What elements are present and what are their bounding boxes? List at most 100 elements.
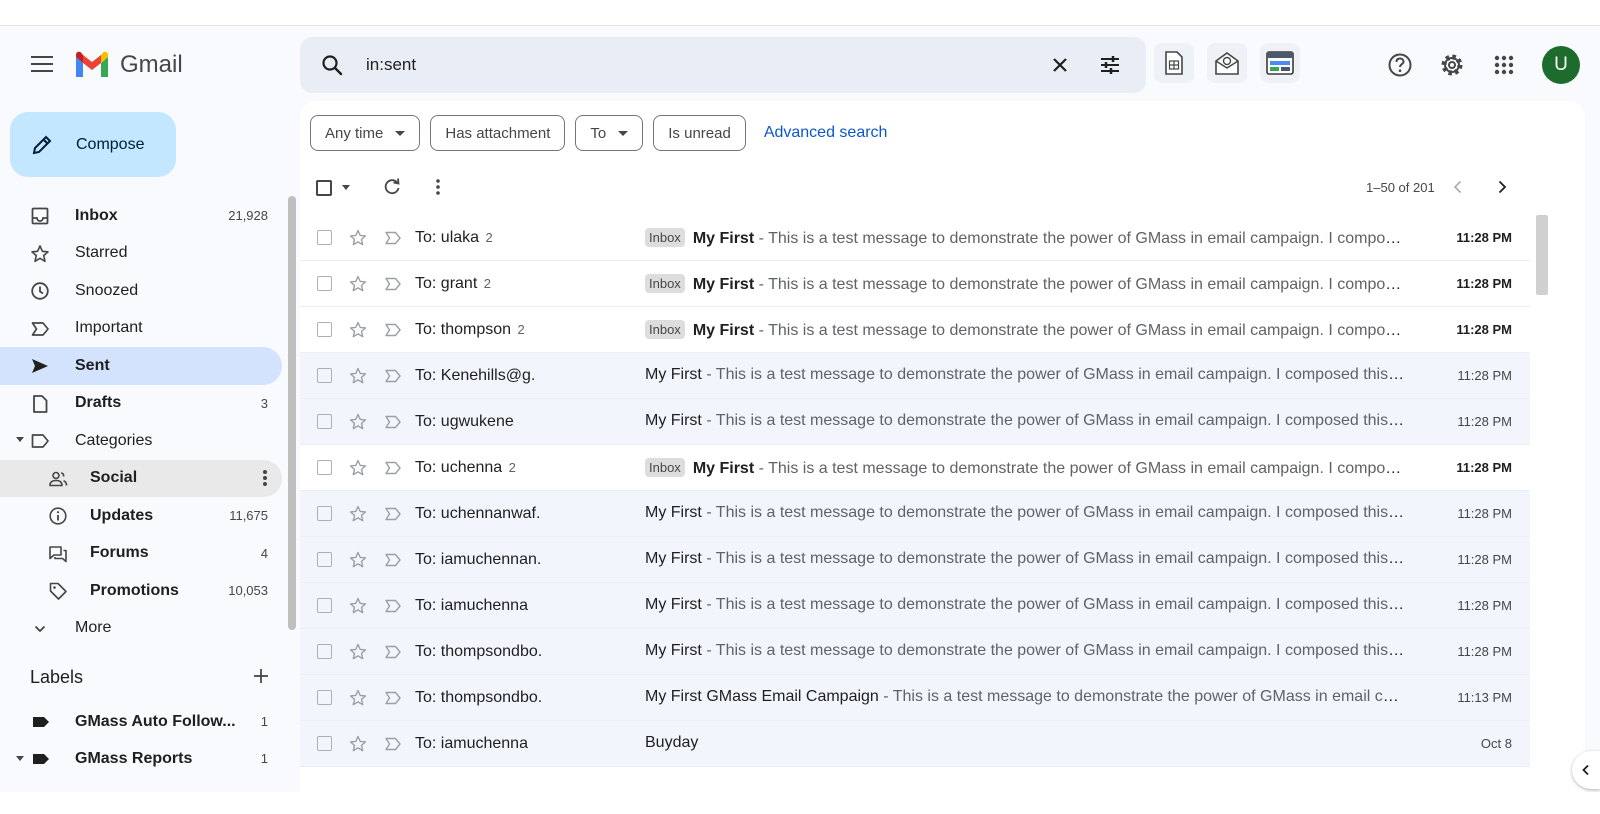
support-button[interactable] bbox=[1382, 47, 1418, 83]
select-dropdown-icon[interactable] bbox=[342, 185, 350, 190]
row-checkbox[interactable] bbox=[317, 644, 332, 659]
chevron-left-icon[interactable] bbox=[1448, 177, 1468, 197]
row-checkbox[interactable] bbox=[317, 736, 332, 751]
star-icon[interactable] bbox=[348, 366, 368, 386]
refresh-icon[interactable] bbox=[382, 177, 402, 197]
recipient: To: Kenehills@g. bbox=[415, 367, 535, 385]
important-marker-icon[interactable] bbox=[384, 689, 402, 707]
sidebar-item-inbox[interactable]: Inbox 21,928 bbox=[0, 197, 282, 235]
is-unread-chip[interactable]: Is unread bbox=[653, 115, 746, 151]
row-checkbox[interactable] bbox=[317, 276, 332, 291]
star-icon[interactable] bbox=[348, 320, 368, 340]
important-marker-icon[interactable] bbox=[384, 229, 402, 247]
sidebar-item-sent[interactable]: Sent bbox=[0, 347, 282, 385]
apps-button[interactable] bbox=[1486, 47, 1522, 83]
sidebar-item-snoozed[interactable]: Snoozed bbox=[0, 272, 282, 310]
has-attachment-chip[interactable]: Has attachment bbox=[430, 115, 566, 151]
gmass-template-button[interactable] bbox=[1260, 43, 1300, 83]
add-label-icon[interactable] bbox=[250, 665, 272, 687]
star-icon[interactable] bbox=[348, 274, 368, 294]
row-checkbox[interactable] bbox=[317, 322, 332, 337]
search-options-icon[interactable] bbox=[1098, 53, 1122, 77]
inbox-label-badge[interactable]: Inbox bbox=[645, 228, 685, 247]
select-all-checkbox[interactable] bbox=[316, 180, 332, 196]
row-checkbox[interactable] bbox=[317, 506, 332, 521]
table-row[interactable]: To: ulaka 2 Inbox My First - This is a tes… bbox=[300, 215, 1530, 261]
table-row[interactable]: To: iamuchenna My First - This is a test … bbox=[300, 583, 1530, 629]
chevron-right-icon[interactable] bbox=[1492, 177, 1512, 197]
search-chips: Any time Has attachment To Is unread Adv… bbox=[310, 115, 887, 151]
sidebar-item-categories[interactable]: Categories bbox=[0, 422, 282, 460]
star-icon[interactable] bbox=[348, 458, 368, 478]
sidebar-item-important[interactable]: Important bbox=[0, 310, 282, 348]
star-icon[interactable] bbox=[348, 550, 368, 570]
label-item-gmass-auto-followup[interactable]: GMass Auto Follow... 1 bbox=[0, 703, 282, 740]
expand-caret-icon[interactable] bbox=[16, 437, 24, 442]
table-row[interactable]: To: thompsondbo. My First - This is a tes… bbox=[300, 629, 1530, 675]
important-marker-icon[interactable] bbox=[384, 597, 402, 615]
table-row[interactable]: To: thompson 2 Inbox My First - This is a … bbox=[300, 307, 1530, 353]
table-row[interactable]: To: ugwukene My First - This is a test me… bbox=[300, 399, 1530, 445]
important-marker-icon[interactable] bbox=[384, 551, 402, 569]
star-icon[interactable] bbox=[348, 688, 368, 708]
compose-button[interactable]: Compose bbox=[10, 112, 176, 177]
label-item-gmass-reports[interactable]: GMass Reports 1 bbox=[0, 740, 282, 777]
important-marker-icon[interactable] bbox=[384, 413, 402, 431]
row-checkbox[interactable] bbox=[317, 368, 332, 383]
search-input[interactable] bbox=[366, 51, 1006, 79]
row-checkbox[interactable] bbox=[317, 690, 332, 705]
row-checkbox[interactable] bbox=[317, 414, 332, 429]
any-time-chip[interactable]: Any time bbox=[310, 115, 421, 151]
dropdown-arrow-icon bbox=[395, 130, 406, 136]
sidebar-item-promotions[interactable]: Promotions 10,053 bbox=[0, 572, 282, 610]
gmail-logo[interactable]: Gmail bbox=[74, 49, 183, 81]
inbox-label-badge[interactable]: Inbox bbox=[645, 458, 685, 477]
star-icon[interactable] bbox=[348, 504, 368, 524]
star-icon[interactable] bbox=[348, 228, 368, 248]
more-vert-icon[interactable] bbox=[430, 177, 446, 197]
main-menu-button[interactable] bbox=[26, 51, 58, 79]
table-row[interactable]: To: uchenna 2 Inbox My First - This is a t… bbox=[300, 445, 1530, 491]
row-checkbox[interactable] bbox=[317, 598, 332, 613]
gmass-sheets-button[interactable] bbox=[1154, 43, 1194, 83]
important-marker-icon[interactable] bbox=[384, 321, 402, 339]
advanced-search-link[interactable]: Advanced search bbox=[764, 124, 888, 142]
sidebar-item-more[interactable]: More bbox=[0, 610, 282, 648]
table-row[interactable]: To: uchennanwaf. My First - This is a tes… bbox=[300, 491, 1530, 537]
more-options-icon[interactable] bbox=[262, 468, 268, 488]
star-icon[interactable] bbox=[348, 734, 368, 754]
inbox-label-badge[interactable]: Inbox bbox=[645, 320, 685, 339]
row-checkbox[interactable] bbox=[317, 230, 332, 245]
table-row[interactable]: To: iamuchenna Buyday Oct 8 bbox=[300, 721, 1530, 767]
row-checkbox[interactable] bbox=[317, 460, 332, 475]
table-row[interactable]: To: grant 2 Inbox My First - This is a tes… bbox=[300, 261, 1530, 307]
star-icon[interactable] bbox=[348, 596, 368, 616]
account-avatar[interactable]: U bbox=[1542, 46, 1580, 84]
sidebar-item-updates[interactable]: Updates 11,675 bbox=[0, 497, 282, 535]
important-marker-icon[interactable] bbox=[384, 367, 402, 385]
sidebar-item-starred[interactable]: Starred bbox=[0, 235, 282, 273]
clear-search-icon[interactable] bbox=[1048, 53, 1072, 77]
table-row[interactable]: To: iamuchennan. My First - This is a tes… bbox=[300, 537, 1530, 583]
important-marker-icon[interactable] bbox=[384, 459, 402, 477]
gmass-email-button[interactable] bbox=[1207, 43, 1247, 83]
search-icon[interactable] bbox=[320, 53, 344, 77]
important-marker-icon[interactable] bbox=[384, 275, 402, 293]
star-icon[interactable] bbox=[348, 412, 368, 432]
sidebar-item-forums[interactable]: Forums 4 bbox=[0, 535, 282, 573]
expand-caret-icon[interactable] bbox=[16, 756, 24, 761]
table-row[interactable]: To: thompsondbo. My First GMass Email Cam… bbox=[300, 675, 1530, 721]
row-checkbox[interactable] bbox=[317, 552, 332, 567]
star-icon[interactable] bbox=[348, 642, 368, 662]
important-marker-icon[interactable] bbox=[384, 643, 402, 661]
settings-button[interactable] bbox=[1434, 47, 1470, 83]
to-chip[interactable]: To bbox=[575, 115, 644, 151]
sidebar-scrollbar[interactable] bbox=[288, 196, 296, 630]
sidebar-item-drafts[interactable]: Drafts 3 bbox=[0, 385, 282, 423]
table-row[interactable]: To: Kenehills@g. My First - This is a tes… bbox=[300, 353, 1530, 399]
inbox-label-badge[interactable]: Inbox bbox=[645, 274, 685, 293]
important-marker-icon[interactable] bbox=[384, 505, 402, 523]
list-scrollbar[interactable] bbox=[1536, 215, 1548, 295]
sidebar-item-social[interactable]: Social bbox=[0, 459, 282, 497]
important-marker-icon[interactable] bbox=[384, 735, 402, 753]
